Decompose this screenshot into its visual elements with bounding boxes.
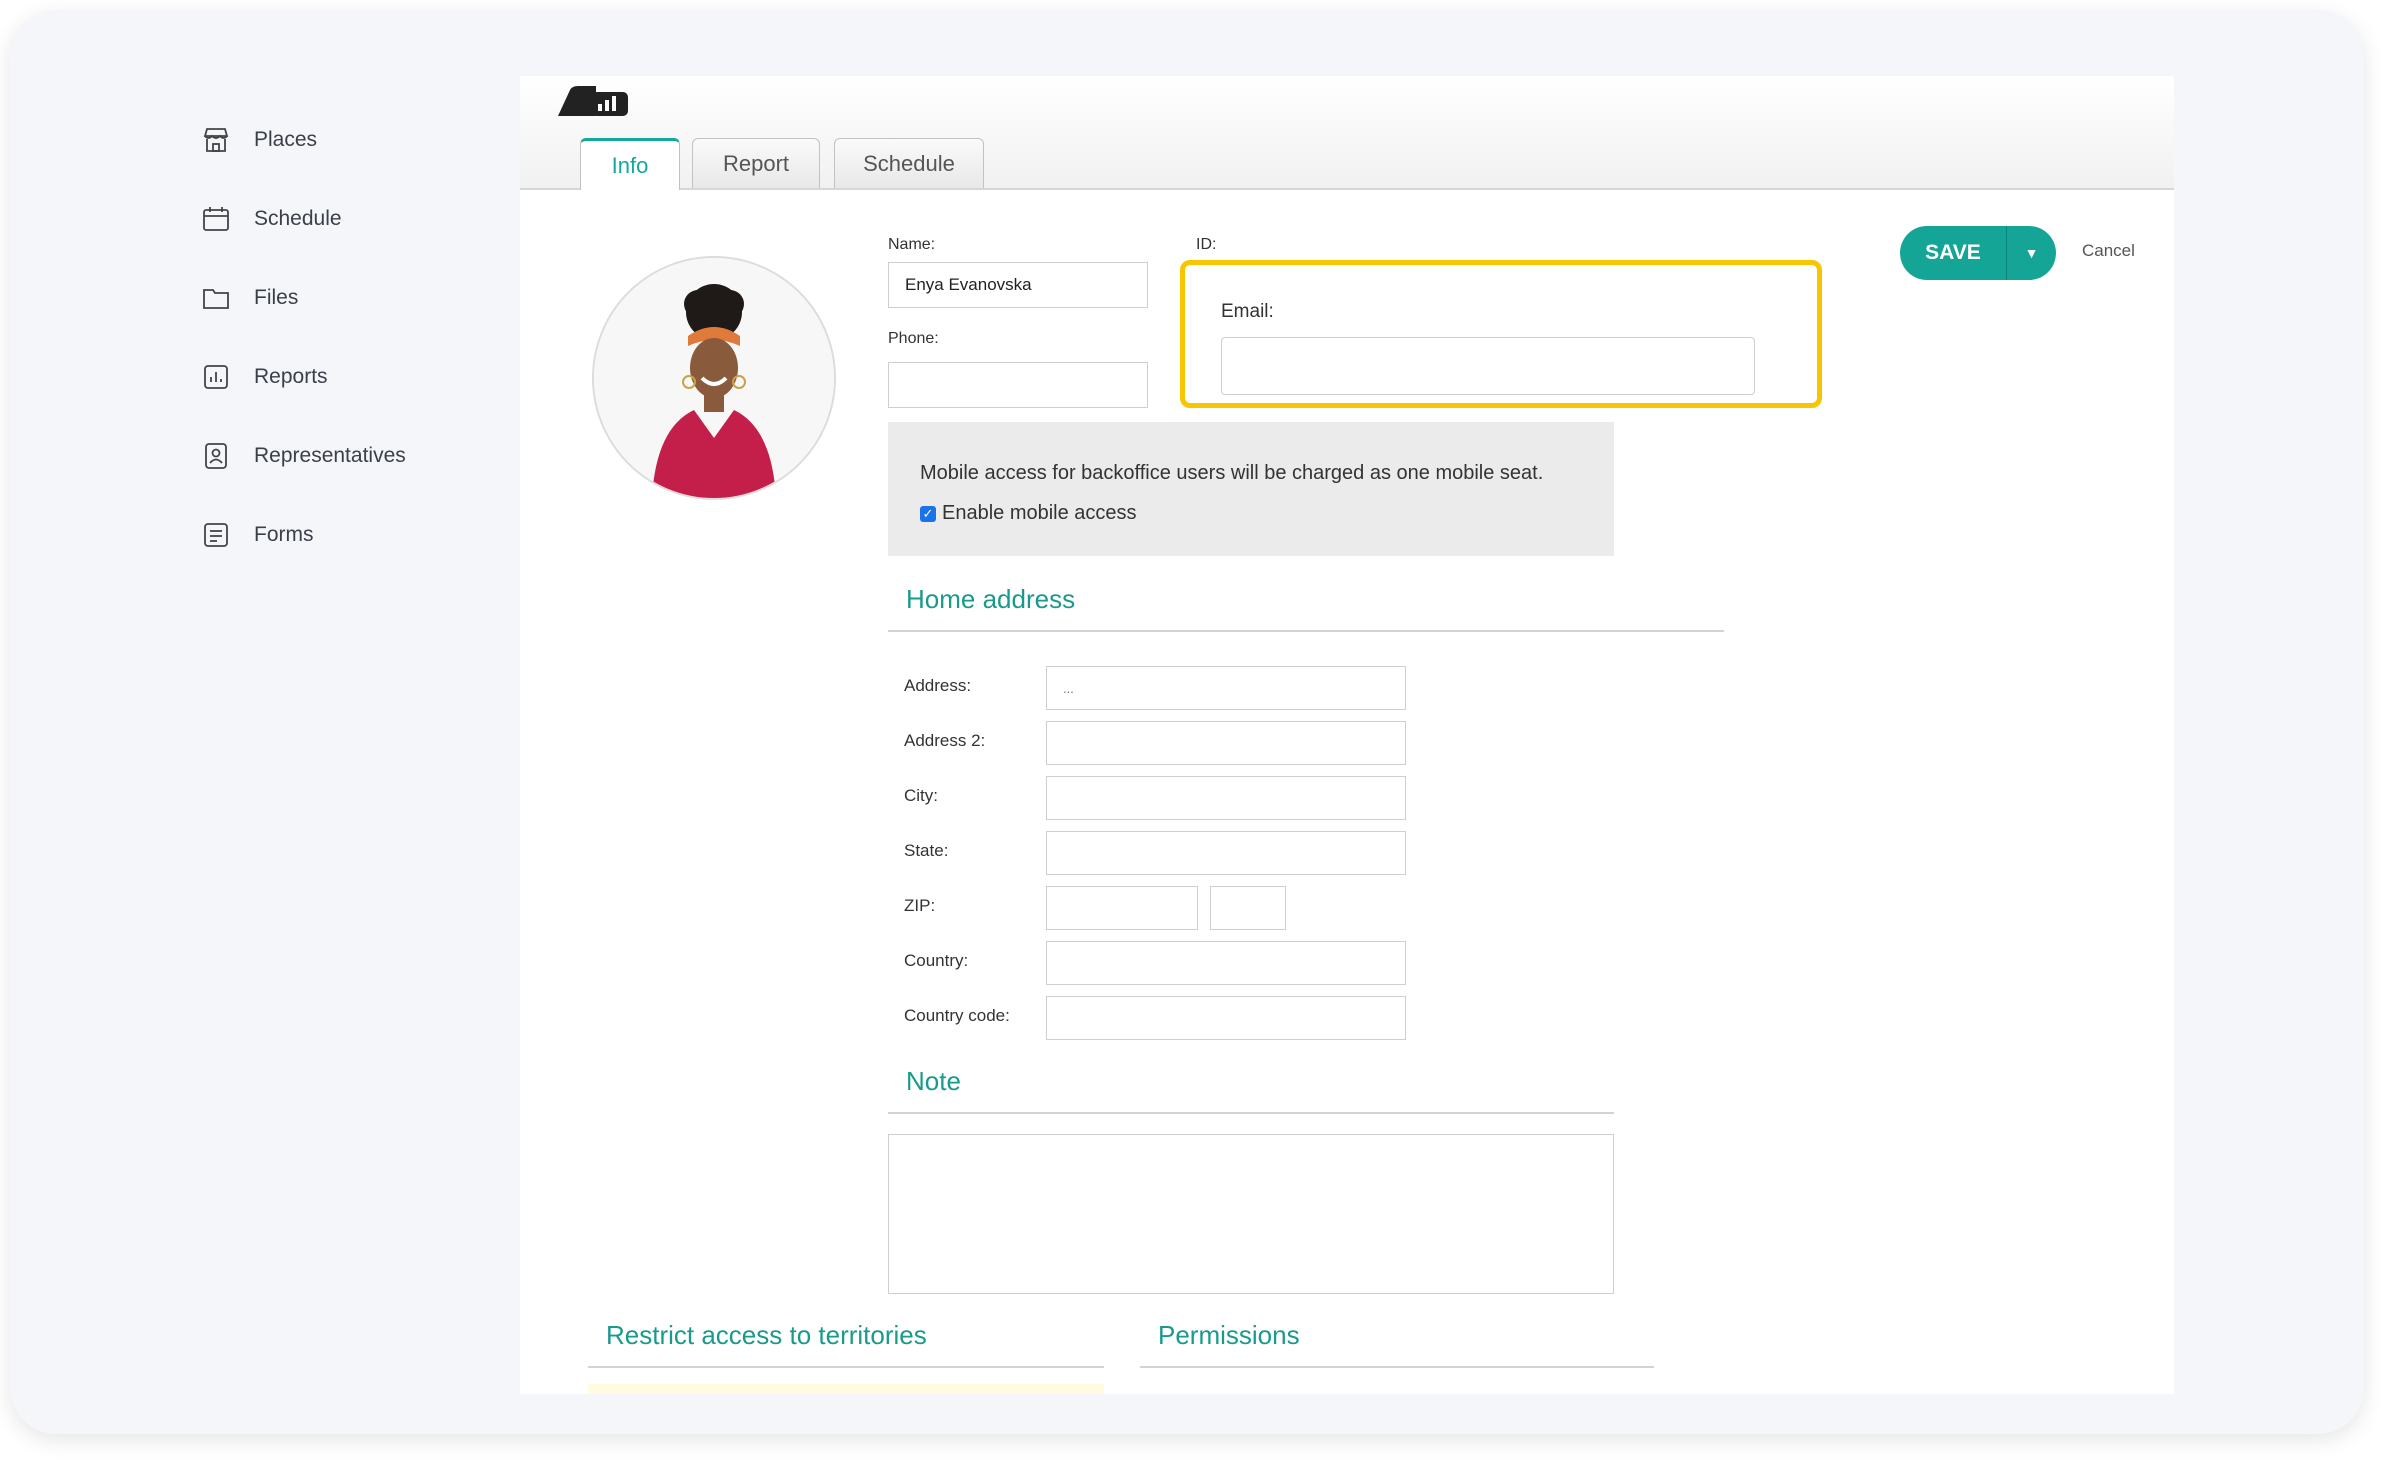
section-title-text: Permissions bbox=[1158, 1320, 1300, 1350]
zip-label: ZIP: bbox=[904, 896, 936, 915]
app-window: Places Schedule Files Reports Representa… bbox=[10, 10, 2364, 1434]
country-code-label: Country code: bbox=[904, 1006, 1010, 1025]
section-title-text: Home address bbox=[906, 584, 1076, 614]
address-field[interactable]: ... bbox=[1046, 666, 1406, 710]
sidebar-item-reports[interactable]: Reports bbox=[200, 337, 540, 416]
sidebar-item-label: Schedule bbox=[254, 206, 342, 230]
sidebar-item-places[interactable]: Places bbox=[200, 100, 540, 179]
tab-label: Info bbox=[611, 152, 649, 178]
mobile-access-notice: Mobile access for backoffice users will … bbox=[888, 422, 1614, 556]
sidebar: Places Schedule Files Reports Representa… bbox=[200, 100, 540, 574]
user-badge-icon bbox=[200, 440, 232, 472]
phone-label: Phone: bbox=[888, 330, 939, 347]
email-highlight: Email: bbox=[1180, 260, 1822, 408]
cancel-link[interactable]: Cancel bbox=[2082, 241, 2135, 261]
territories-list-strip bbox=[588, 1384, 1104, 1394]
sidebar-item-label: Representatives bbox=[254, 443, 406, 467]
profile-photo bbox=[594, 258, 834, 498]
sidebar-item-label: Reports bbox=[254, 364, 328, 388]
tab-report[interactable]: Report bbox=[692, 138, 820, 188]
country-field[interactable] bbox=[1046, 941, 1406, 985]
sidebar-item-label: Files bbox=[254, 285, 299, 309]
zip-field[interactable] bbox=[1046, 886, 1198, 930]
sidebar-item-label: Places bbox=[254, 127, 318, 151]
address2-label: Address 2: bbox=[904, 731, 986, 750]
app-logo bbox=[556, 86, 630, 121]
email-label: Email: bbox=[1221, 301, 1274, 322]
address2-field[interactable] bbox=[1046, 721, 1406, 765]
city-label: City: bbox=[904, 786, 938, 805]
permissions-heading: Permissions bbox=[1140, 1320, 1654, 1368]
caret-down-icon[interactable]: ▼ bbox=[2007, 245, 2056, 261]
main-panel: Info Report Schedule Name: Enya Evanovsk bbox=[520, 76, 2174, 1394]
report-icon bbox=[200, 361, 232, 393]
avatar[interactable] bbox=[592, 256, 836, 500]
tab-label: Schedule bbox=[863, 150, 955, 176]
note-heading: Note bbox=[888, 1066, 1614, 1114]
state-field[interactable] bbox=[1046, 831, 1406, 875]
sidebar-item-files[interactable]: Files bbox=[200, 258, 540, 337]
zip-extension-field[interactable] bbox=[1210, 886, 1286, 930]
state-label: State: bbox=[904, 841, 949, 860]
email-field[interactable] bbox=[1221, 337, 1755, 395]
restrict-territories-heading: Restrict access to territories bbox=[588, 1320, 1104, 1368]
section-title-text: Restrict access to territories bbox=[606, 1320, 927, 1350]
save-button[interactable]: SAVE ▼ bbox=[1900, 226, 2056, 280]
sidebar-item-forms[interactable]: Forms bbox=[200, 495, 540, 574]
mobile-access-message: Mobile access for backoffice users will … bbox=[920, 462, 1544, 484]
phone-field[interactable] bbox=[888, 362, 1148, 408]
name-field[interactable]: Enya Evanovska bbox=[888, 262, 1148, 308]
sidebar-item-representatives[interactable]: Representatives bbox=[200, 416, 540, 495]
country-code-field[interactable] bbox=[1046, 996, 1406, 1040]
sidebar-item-label: Forms bbox=[254, 522, 314, 546]
tab-bar: Info Report Schedule bbox=[520, 76, 2174, 190]
home-address-heading: Home address bbox=[888, 584, 1724, 632]
tab-schedule[interactable]: Schedule bbox=[834, 138, 984, 188]
checkbox-label: Enable mobile access bbox=[942, 502, 1137, 524]
tab-info[interactable]: Info bbox=[580, 138, 680, 190]
checkbox-checked-icon[interactable]: ✓ bbox=[920, 505, 936, 522]
id-label: ID: bbox=[1196, 236, 1217, 253]
enable-mobile-access-checkbox[interactable]: ✓ Enable mobile access bbox=[920, 502, 1137, 525]
form-icon bbox=[200, 519, 232, 551]
store-icon bbox=[200, 124, 232, 156]
address-label: Address: bbox=[904, 676, 972, 695]
calendar-icon bbox=[200, 203, 232, 235]
sidebar-item-schedule[interactable]: Schedule bbox=[200, 179, 540, 258]
folder-icon bbox=[200, 282, 232, 314]
country-label: Country: bbox=[904, 951, 969, 970]
note-textarea[interactable] bbox=[888, 1134, 1614, 1294]
save-label: SAVE bbox=[1925, 241, 1981, 264]
city-field[interactable] bbox=[1046, 776, 1406, 820]
name-label: Name: bbox=[888, 236, 936, 253]
section-title-text: Note bbox=[906, 1066, 961, 1096]
tab-label: Report bbox=[722, 150, 790, 176]
